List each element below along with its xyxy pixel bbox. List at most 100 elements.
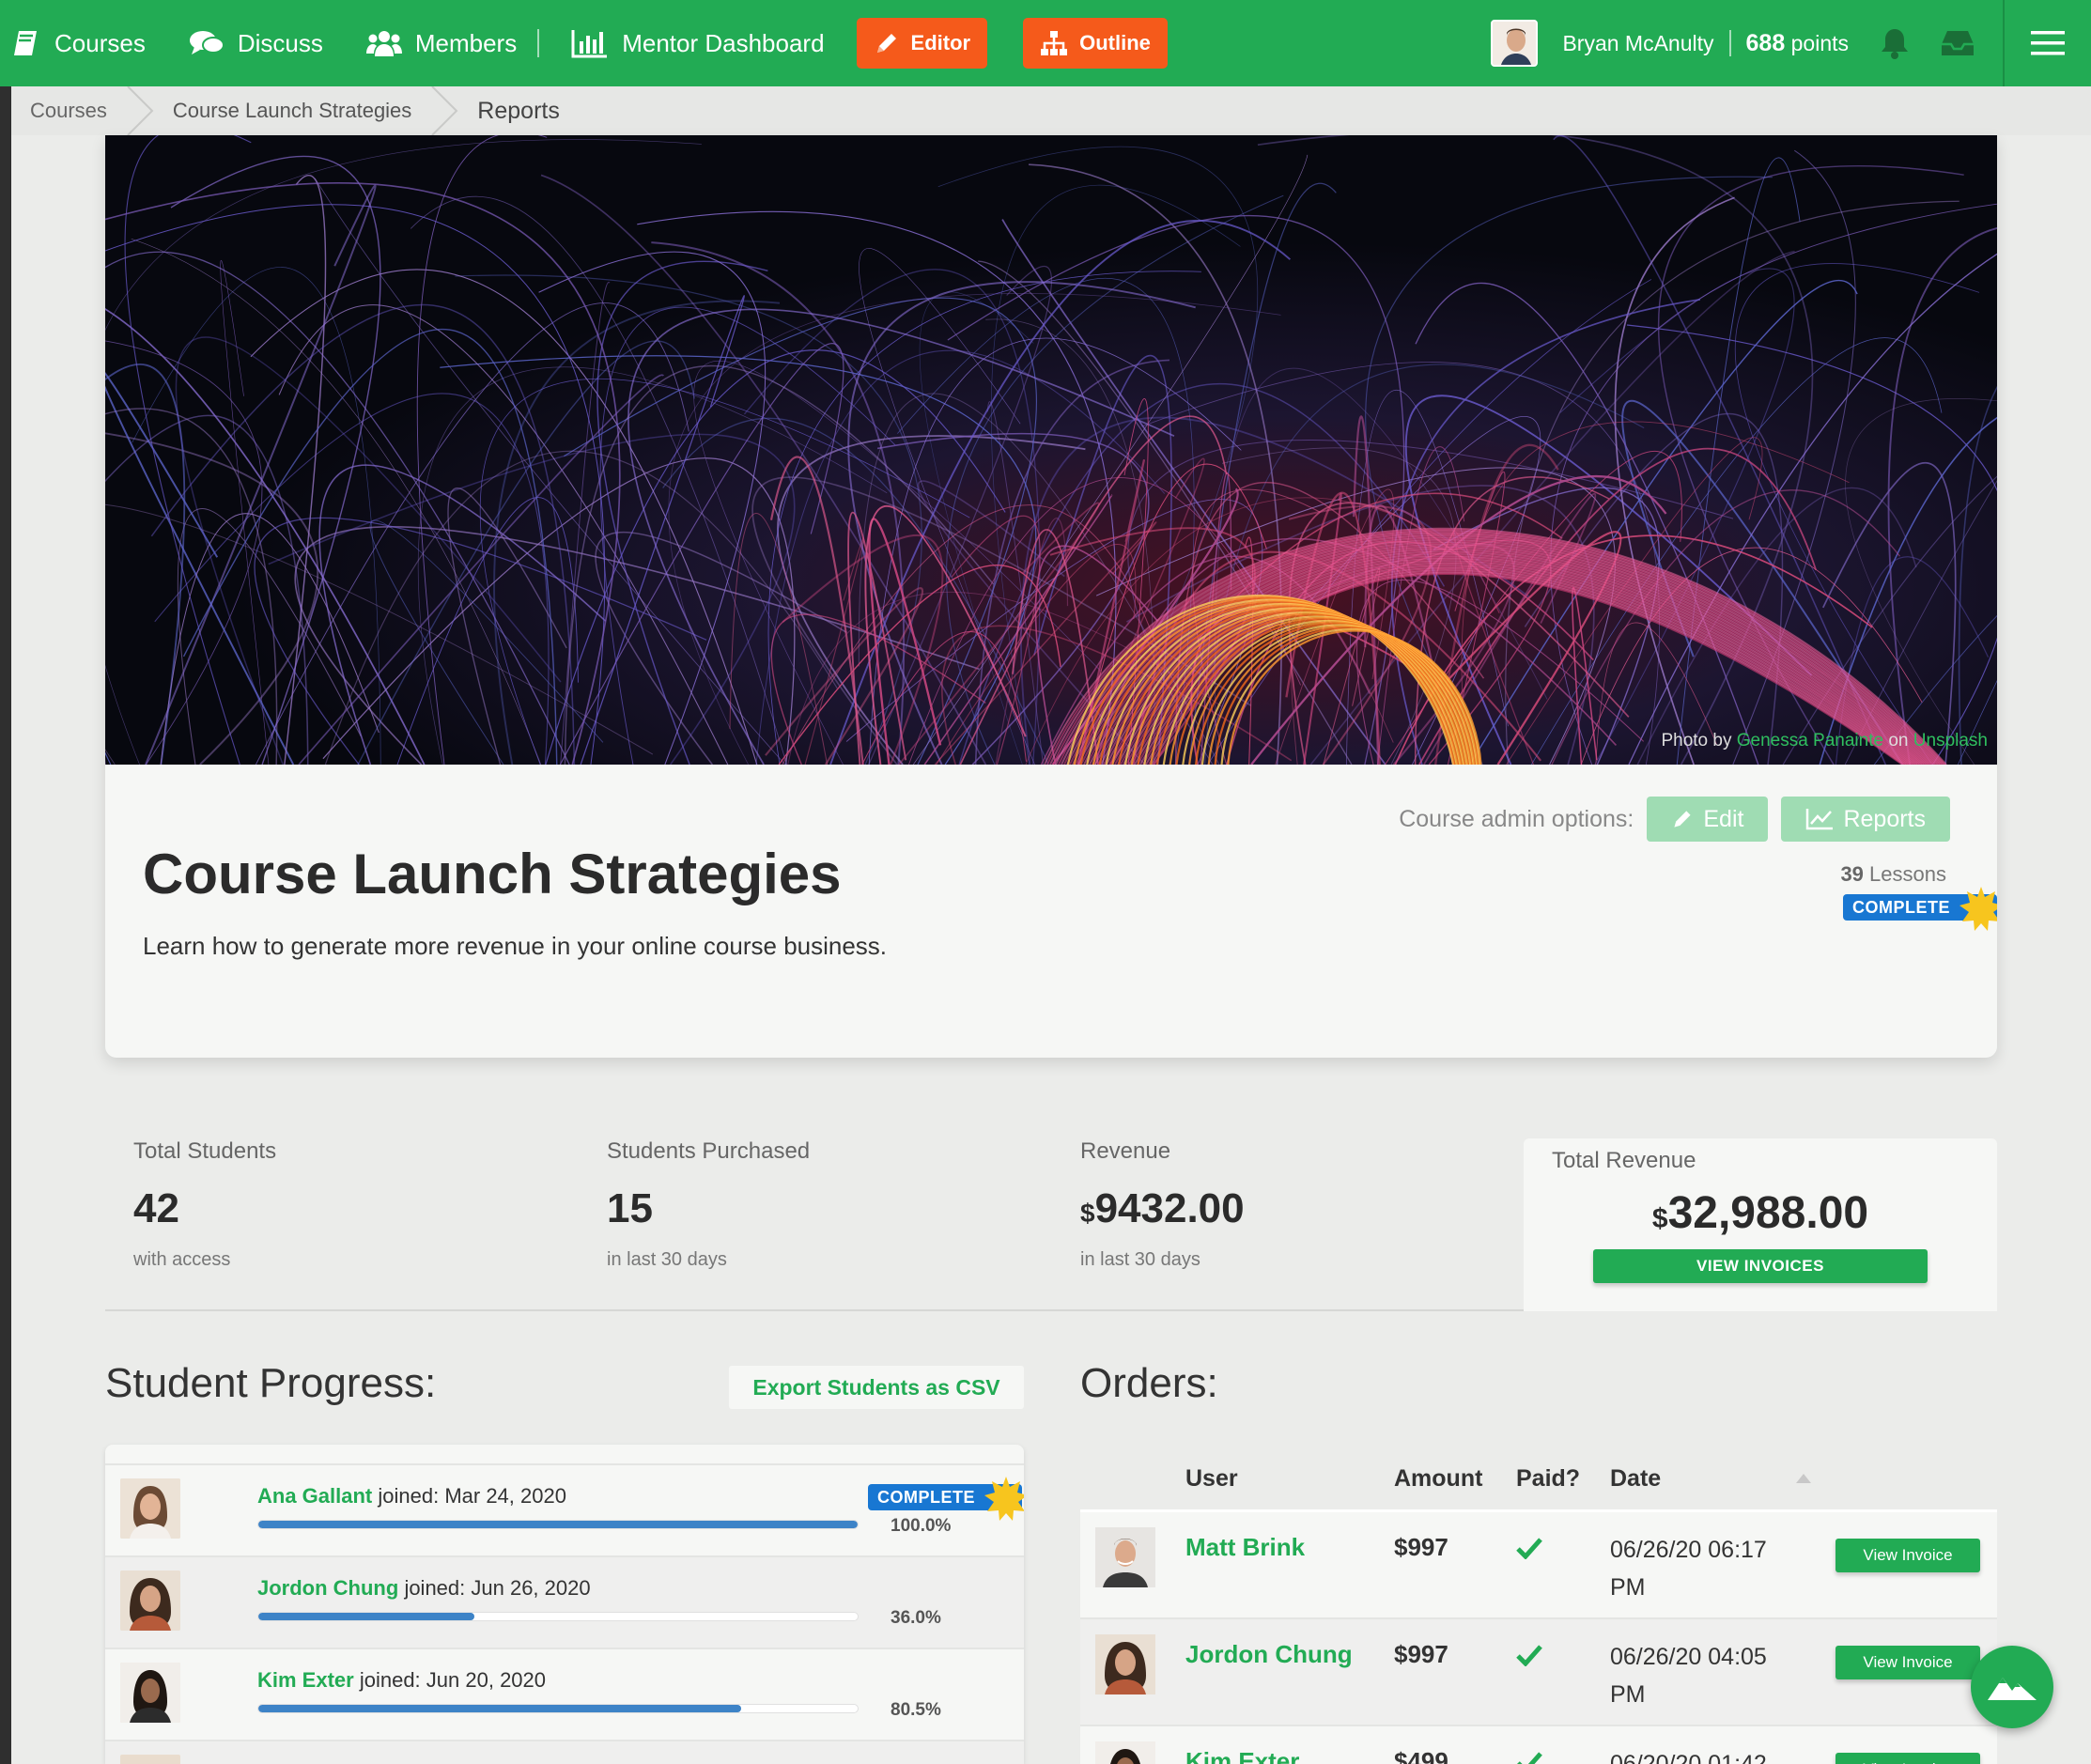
admin-options: Course admin options: Edit Reports	[1399, 797, 1950, 842]
chat-icon	[189, 31, 225, 54]
order-date-line1: 06/20/20 01:42	[1610, 1751, 1767, 1764]
student-complete-badge: COMPLETE	[868, 1477, 1024, 1521]
list-item[interactable]: Jordon Chung joined: Jun 26, 2020 36.0%	[105, 1555, 1024, 1648]
stat-students-purchased: Students Purchased 15 in last 30 days	[607, 1138, 810, 1271]
bell-icon	[1882, 29, 1908, 59]
view-invoice-button[interactable]: View Invoice	[1835, 1539, 1980, 1572]
credit-site-link[interactable]: Unsplash	[1913, 731, 1988, 750]
student-name: Kim Exter joined: Jun 20, 2020	[257, 1668, 546, 1693]
starburst-icon	[984, 1477, 1024, 1521]
breadcrumb-courses[interactable]: Courses	[30, 86, 107, 135]
edit-course-button[interactable]: Edit	[1647, 797, 1769, 842]
pencil-icon	[876, 34, 896, 53]
line-chart-icon	[1806, 809, 1834, 830]
column-header-date[interactable]: Date	[1610, 1465, 1661, 1493]
order-user-link[interactable]: Kim Exter	[1185, 1747, 1299, 1764]
pencil-icon	[1674, 811, 1691, 828]
list-item[interactable]: Ana Gallant joined: Mar 24, 2020 100.0% …	[105, 1463, 1024, 1555]
left-edge-strip	[0, 86, 11, 1764]
stat-value: 15	[607, 1185, 653, 1231]
order-user-link[interactable]: Jordon Chung	[1185, 1640, 1353, 1669]
student-joined: joined: Jun 26, 2020	[404, 1576, 591, 1600]
avatar	[1095, 1741, 1155, 1764]
student-link[interactable]: Kim Exter	[257, 1668, 354, 1692]
progress-bar-fill	[258, 1705, 741, 1712]
view-invoice-button[interactable]: View Invoice	[1835, 1646, 1980, 1679]
stat-sub: in last 30 days	[1080, 1249, 1200, 1270]
user-avatar[interactable]	[1491, 20, 1539, 67]
book-icon	[14, 31, 37, 55]
stat-revenue: Revenue $9432.00 in last 30 days	[1080, 1138, 1245, 1271]
stat-value: $9432.00	[1080, 1185, 1245, 1232]
revenue-amount: 9432.00	[1094, 1185, 1245, 1231]
progress-bar	[257, 1520, 859, 1529]
order-amount: $997	[1394, 1640, 1448, 1668]
column-header-user[interactable]: User	[1185, 1465, 1238, 1493]
reports-button[interactable]: Reports	[1781, 797, 1950, 842]
user-points: 688 points	[1746, 30, 1849, 57]
stat-label: Students Purchased	[607, 1138, 811, 1164]
avatar	[120, 1478, 180, 1539]
student-link[interactable]: Jordon Chung	[257, 1576, 398, 1600]
orders-table: User Amount Paid? Date Matt Brink $997 0…	[1080, 1441, 1997, 1764]
view-invoices-button[interactable]: VIEW INVOICES	[1593, 1249, 1928, 1283]
users-icon	[365, 31, 402, 56]
nav-discuss[interactable]: Discuss	[189, 0, 323, 86]
nav-divider	[537, 29, 540, 57]
light-trails-image	[105, 135, 1997, 765]
nav-mentor-dashboard[interactable]: Mentor Dashboard	[571, 0, 825, 86]
editor-button[interactable]: Editor	[856, 18, 988, 69]
course-card: Photo by Genessa Panainte on Unsplash Co…	[105, 135, 1997, 1058]
table-row: Jordon Chung $997 06/26/20 04:05 PM View …	[1080, 1619, 1997, 1726]
order-date-line1: 06/26/20 04:05	[1610, 1644, 1767, 1670]
photo-credit: Photo by Genessa Panainte on Unsplash	[1661, 731, 1988, 751]
avatar	[120, 1663, 180, 1723]
stat-total-students: Total Students 42 with access	[133, 1138, 276, 1271]
nav-courses[interactable]: Courses	[11, 0, 146, 86]
credit-on: on	[1888, 731, 1909, 750]
column-header-amount[interactable]: Amount	[1394, 1465, 1482, 1493]
notifications-button[interactable]	[1881, 27, 1909, 59]
order-date-line2: PM	[1610, 1681, 1646, 1708]
export-csv-button[interactable]: Export Students as CSV	[729, 1366, 1024, 1409]
inbox-button[interactable]	[1941, 29, 1975, 57]
chevron-right-icon	[127, 86, 154, 135]
student-link[interactable]: Ana Gallant	[257, 1484, 372, 1508]
order-date: 06/20/20 01:42PM	[1610, 1745, 1798, 1764]
hero-image: Photo by Genessa Panainte on Unsplash	[105, 135, 1997, 765]
progress-bar-fill	[258, 1613, 474, 1620]
sitemap-icon	[1041, 31, 1068, 55]
nav-user-divider	[1728, 30, 1731, 56]
credit-author-link[interactable]: Genessa Panainte	[1737, 731, 1883, 750]
column-header-paid[interactable]: Paid?	[1516, 1465, 1580, 1493]
user-name[interactable]: Bryan McAnulty	[1562, 31, 1713, 56]
orders-title: Orders:	[1080, 1360, 1218, 1406]
list-item[interactable]	[105, 1740, 1024, 1764]
main-menu-button[interactable]	[2003, 0, 2091, 86]
editor-button-label: Editor	[910, 31, 971, 54]
nav-members[interactable]: Members	[365, 0, 517, 86]
avatar	[1095, 1527, 1155, 1587]
orders-table-header: User Amount Paid? Date	[1080, 1441, 1997, 1512]
list-item[interactable]: Kim Exter joined: Jun 20, 2020 80.5%	[105, 1648, 1024, 1740]
lesson-count-value: 39	[1840, 862, 1864, 886]
avatar	[1095, 1634, 1155, 1694]
course-complete-badge: COMPLETE	[1842, 887, 1997, 931]
outline-button[interactable]: Outline	[1023, 18, 1168, 69]
credit-prefix: Photo by	[1661, 731, 1732, 750]
sort-up-icon[interactable]	[1794, 1473, 1813, 1484]
inbox-icon	[1942, 31, 1974, 55]
points-value: 688	[1745, 29, 1786, 56]
order-user-link[interactable]: Matt Brink	[1185, 1533, 1305, 1562]
floating-action-button[interactable]	[1971, 1646, 2053, 1728]
breadcrumb-course[interactable]: Course Launch Strategies	[173, 86, 411, 135]
avatar	[120, 1755, 180, 1764]
table-row: Matt Brink $997 06/26/20 06:17 PM View In…	[1080, 1512, 1997, 1619]
bar-chart-icon	[571, 30, 608, 58]
view-invoice-button[interactable]: View Invoice	[1835, 1753, 1980, 1764]
total-revenue-value: $32,988.00	[1524, 1187, 1997, 1239]
order-amount: $997	[1394, 1533, 1448, 1561]
nav-discuss-label: Discuss	[237, 28, 323, 57]
progress-percent: 100.0%	[891, 1516, 952, 1536]
table-row: Kim Exter $499 06/20/20 01:42PM View Inv…	[1080, 1726, 1997, 1764]
